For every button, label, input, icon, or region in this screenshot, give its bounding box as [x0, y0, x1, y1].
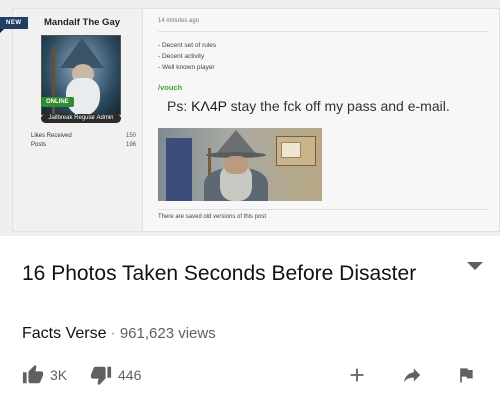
dislike-count: 446 — [118, 367, 142, 383]
stat-likes-received: Likes Received 150 — [31, 133, 136, 139]
dislike-button[interactable]: 446 — [90, 364, 141, 386]
divider — [158, 209, 488, 210]
view-count: 961,623 views — [119, 325, 216, 342]
author-username[interactable]: Mandalf The Gay — [44, 17, 120, 28]
forum-screenshot: Mandalf The Gay ONLINE Jailbreak Regular… — [0, 0, 500, 236]
user-role-bar: Jailbreak Regular Admin — [41, 114, 121, 123]
stat-posts: Posts 196 — [31, 142, 136, 148]
stat-value: 150 — [125, 133, 136, 139]
stat-label: Posts — [31, 142, 47, 148]
vouch-text: /vouch — [158, 83, 183, 92]
wizard-image — [158, 128, 322, 201]
rule-item: - Decent set of rules — [158, 42, 217, 49]
saved-versions-note[interactable]: There are saved old versions of this pos… — [158, 214, 266, 220]
thumbs-down-icon — [90, 366, 112, 386]
channel-name[interactable]: Facts Verse — [22, 325, 106, 342]
rule-item: - Decent activity — [158, 53, 205, 60]
ps-message: Ps: KΛ4P stay the fck off my pass and e-… — [167, 98, 450, 114]
report-button[interactable] — [456, 364, 476, 386]
online-badge: ONLINE — [41, 97, 74, 107]
video-title: 16 Photos Taken Seconds Before Disaster — [22, 262, 417, 285]
forum-post: Mandalf The Gay ONLINE Jailbreak Regular… — [12, 8, 500, 232]
add-to-playlist-button[interactable] — [346, 364, 368, 386]
post-content: 14 minutes ago - Decent set of rules - D… — [158, 9, 498, 231]
rule-item: - Well known player — [158, 64, 215, 71]
new-badge: NEW — [0, 17, 28, 33]
share-button[interactable] — [400, 364, 424, 386]
ps-suffix: stay the fck off my pass and e-mail. — [226, 98, 450, 114]
rules-list: - Decent set of rules - Decent activity … — [158, 40, 216, 73]
like-count: 3K — [50, 367, 68, 383]
thumbs-up-icon — [22, 364, 44, 384]
ps-prefix: Ps: — [167, 98, 192, 114]
stat-label: Likes Received — [31, 133, 72, 139]
meta-separator: · — [110, 325, 116, 342]
ps-nickname: KΛ4P — [191, 98, 227, 114]
video-meta: Facts Verse · 961,623 views — [22, 325, 216, 343]
divider — [158, 31, 488, 32]
plus-icon — [350, 368, 364, 382]
like-button[interactable]: 3K — [22, 364, 67, 386]
author-panel: Mandalf The Gay ONLINE Jailbreak Regular… — [13, 9, 143, 231]
share-arrow-icon — [403, 368, 421, 383]
flag-icon — [460, 368, 473, 383]
expand-description-icon[interactable] — [467, 260, 483, 272]
stat-value: 196 — [125, 142, 136, 148]
post-timestamp[interactable]: 14 minutes ago — [158, 18, 199, 24]
